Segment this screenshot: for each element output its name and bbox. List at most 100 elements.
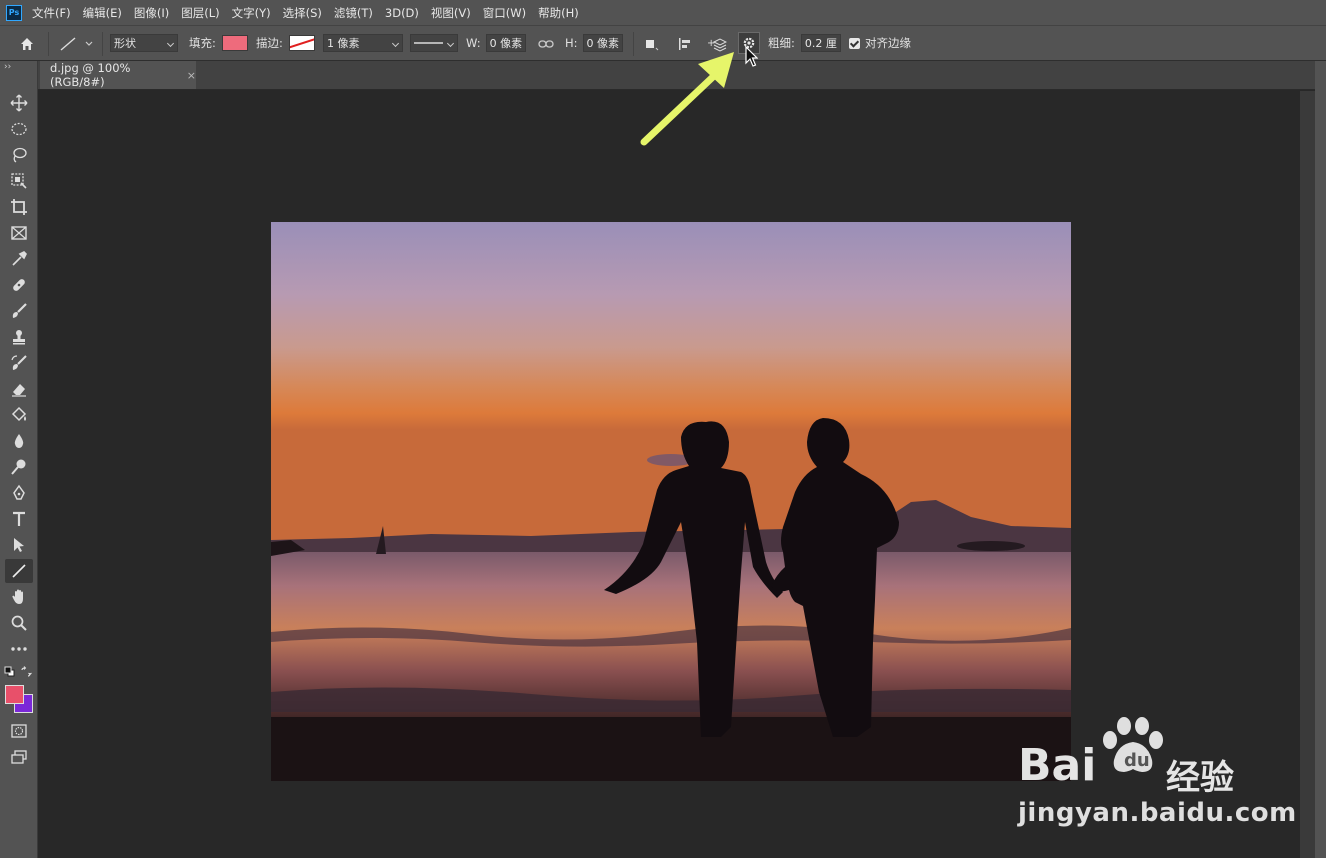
menu-layer[interactable]: 图层(L)	[181, 5, 219, 21]
pen-icon	[13, 484, 25, 500]
home-button[interactable]	[16, 33, 38, 55]
close-tab-button[interactable]: ×	[187, 69, 196, 82]
stroke-label: 描边:	[256, 36, 283, 50]
brush-icon	[12, 303, 27, 318]
elliptical-marquee-icon	[11, 122, 27, 136]
lasso-tool[interactable]	[5, 143, 33, 167]
photoshop-logo: Ps	[6, 4, 22, 21]
line-tool-preset-icon	[60, 37, 93, 51]
menu-help[interactable]: 帮助(H)	[538, 5, 579, 21]
tools-panel: ››	[0, 61, 38, 858]
crop-icon	[11, 199, 27, 215]
clone-stamp-tool[interactable]	[5, 325, 33, 349]
default-colors-icon	[4, 666, 15, 677]
history-brush-icon	[11, 355, 27, 370]
menu-3d[interactable]: 3D(D)	[385, 6, 419, 20]
eyedropper-icon	[12, 251, 27, 266]
menu-bar: Ps 文件(F) 编辑(E) 图像(I) 图层(L) 文字(Y) 选择(S) 滤…	[0, 0, 1326, 25]
weight-label: 粗细:	[768, 36, 795, 50]
object-select-icon	[11, 173, 27, 189]
stroke-type-select[interactable]	[410, 34, 458, 52]
lasso-icon	[13, 147, 27, 163]
paint-bucket-icon	[11, 406, 27, 422]
swap-arrows-icon	[21, 666, 32, 677]
line-icon	[12, 564, 26, 578]
eyedropper-tool[interactable]	[5, 247, 33, 271]
menu-window[interactable]: 窗口(W)	[483, 5, 526, 21]
align-edges-label: 对齐边缘	[865, 36, 911, 50]
screen-mode-icon	[11, 750, 27, 764]
eraser-tool[interactable]	[5, 377, 33, 401]
hand-icon	[12, 589, 23, 604]
document-tab[interactable]: d.jpg @ 100%(RGB/8#) ×	[40, 61, 196, 89]
menu-view[interactable]: 视图(V)	[431, 5, 471, 21]
fill-color-swatch[interactable]	[221, 35, 248, 51]
svg-text:du: du	[1124, 750, 1150, 771]
tool-mode-select[interactable]: 形状	[110, 34, 178, 52]
right-panel-edge	[1315, 61, 1326, 858]
eraser-icon	[12, 384, 26, 397]
more-tools-button[interactable]	[5, 637, 33, 661]
default-colors-button[interactable]	[4, 666, 16, 681]
menu-select[interactable]: 选择(S)	[283, 5, 322, 21]
paint-bucket-tool[interactable]	[5, 403, 33, 427]
home-icon	[21, 38, 33, 50]
link-icon	[538, 40, 554, 48]
type-tool[interactable]	[5, 507, 33, 531]
type-icon	[13, 511, 25, 526]
link-dimensions-button[interactable]	[535, 33, 557, 55]
stamp-icon	[13, 330, 25, 345]
height-label: H:	[565, 36, 578, 50]
move-tool[interactable]	[5, 91, 33, 115]
ellipsis-icon	[11, 647, 27, 651]
history-brush-tool[interactable]	[5, 351, 33, 375]
menu-edit[interactable]: 编辑(E)	[83, 5, 122, 21]
quick-mask-button[interactable]	[5, 719, 33, 743]
vertical-scrollbar[interactable]	[1300, 91, 1315, 858]
watermark-url: jingyan.baidu.com	[1018, 798, 1297, 828]
menu-image[interactable]: 图像(I)	[134, 5, 169, 21]
dodge-icon	[11, 459, 26, 475]
quick-mask-icon	[11, 724, 27, 738]
foreground-color-swatch[interactable]	[5, 685, 24, 704]
droplet-icon	[14, 434, 24, 448]
dodge-tool[interactable]	[5, 455, 33, 479]
blur-tool[interactable]	[5, 429, 33, 453]
hand-tool[interactable]	[5, 585, 33, 609]
align-edges-checkbox[interactable]	[849, 37, 860, 49]
path-select-tool[interactable]	[5, 533, 33, 557]
menu-file[interactable]: 文件(F)	[32, 5, 71, 21]
width-input[interactable]: 0 像素	[485, 34, 526, 52]
align-edges-toggle[interactable]: 对齐边缘	[849, 34, 911, 52]
mouse-cursor-icon	[745, 46, 758, 67]
document-image[interactable]	[271, 222, 1071, 781]
solid-line-icon	[414, 42, 443, 44]
sunset-couple-photo	[271, 222, 1071, 781]
magnifier-icon	[11, 615, 27, 631]
stroke-color-swatch[interactable]	[288, 35, 315, 51]
annotation-arrow	[640, 52, 734, 146]
tool-preset-picker[interactable]	[57, 33, 97, 55]
pen-tool[interactable]	[5, 481, 33, 505]
move-icon	[10, 94, 28, 112]
object-select-tool[interactable]	[5, 169, 33, 193]
watermark-brand-cn: 经验	[1166, 758, 1234, 798]
menu-type[interactable]: 文字(Y)	[232, 5, 271, 21]
line-tool[interactable]	[5, 559, 33, 583]
marquee-tool[interactable]	[5, 117, 33, 141]
healing-brush-tool[interactable]	[5, 273, 33, 297]
frame-tool[interactable]	[5, 221, 33, 245]
weight-input[interactable]: 0.2 厘	[800, 34, 841, 52]
crop-tool[interactable]	[5, 195, 33, 219]
frame-icon	[11, 226, 27, 240]
bandage-icon	[13, 279, 25, 291]
collapse-panel-icon[interactable]: ››	[4, 62, 11, 72]
zoom-tool[interactable]	[5, 611, 33, 635]
swap-colors-button[interactable]	[20, 666, 32, 681]
stroke-width-select[interactable]: 1 像素	[323, 34, 403, 52]
screen-mode-button[interactable]	[5, 745, 33, 769]
menu-filter[interactable]: 滤镜(T)	[334, 5, 373, 21]
arrow-pointer-icon	[14, 538, 24, 552]
height-input[interactable]: 0 像素	[582, 34, 623, 52]
brush-tool[interactable]	[5, 299, 33, 323]
